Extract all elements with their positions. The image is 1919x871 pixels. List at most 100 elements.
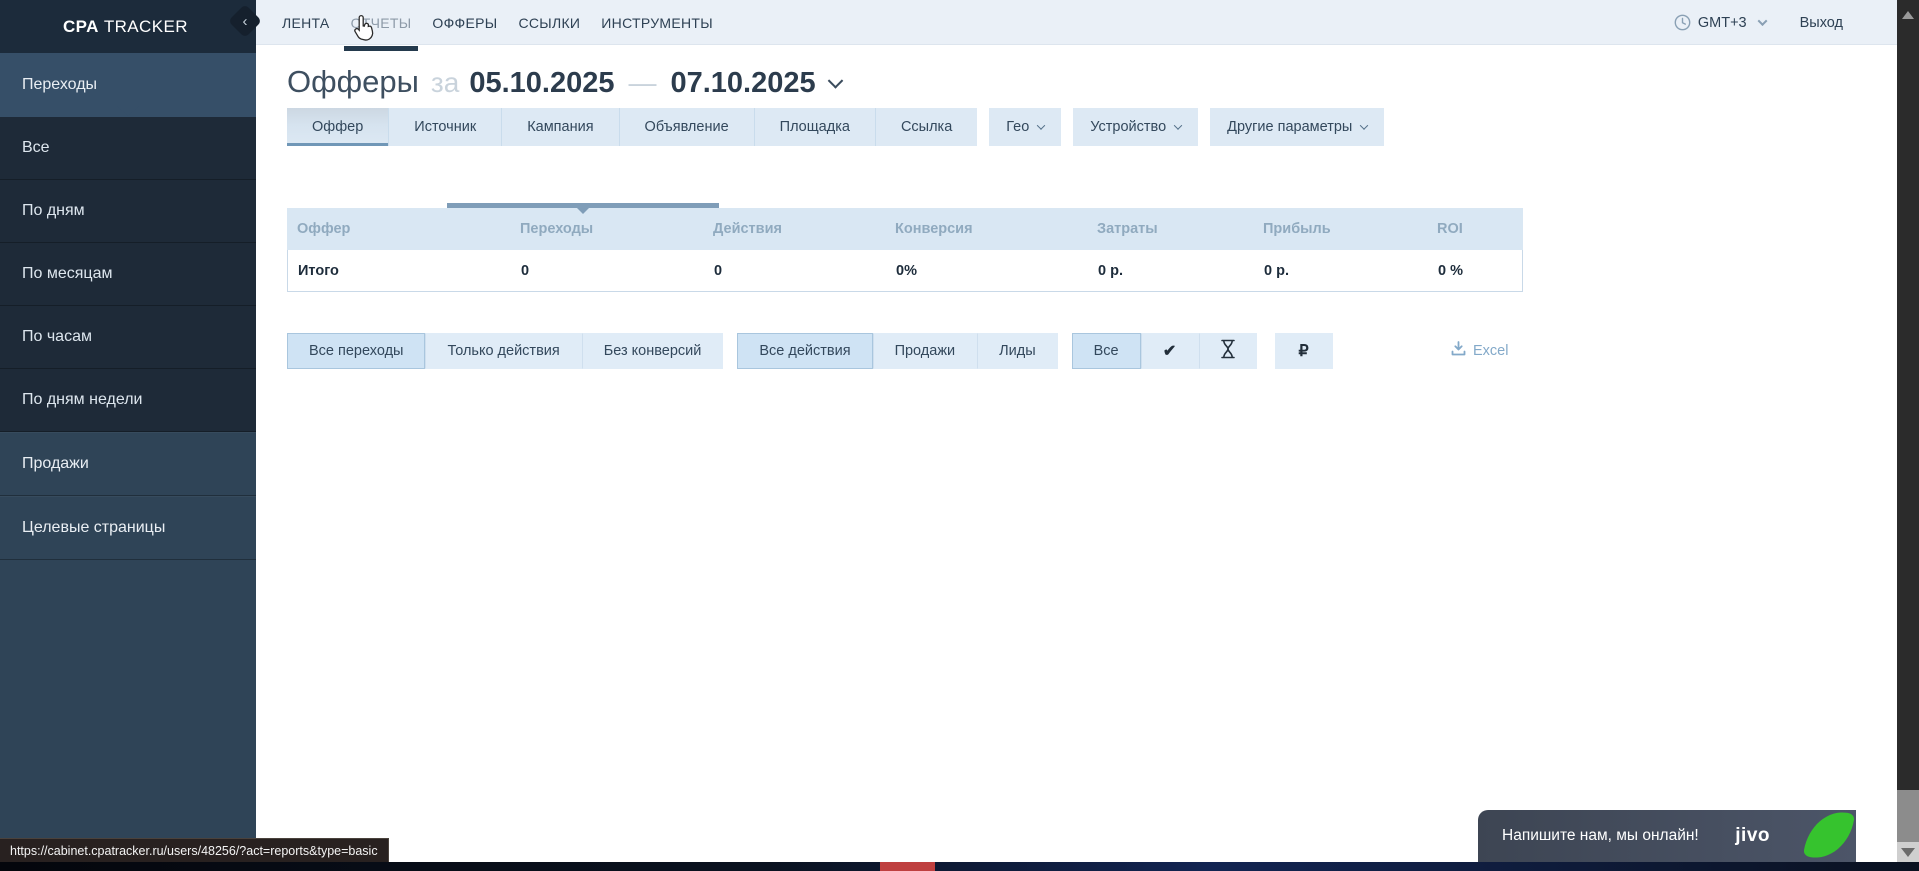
tab-source[interactable]: Источник bbox=[389, 108, 502, 146]
filter-status-all[interactable]: Все bbox=[1072, 333, 1141, 369]
column-header-offer[interactable]: Оффер bbox=[287, 221, 510, 237]
column-header-profit[interactable]: Прибыль bbox=[1253, 221, 1427, 237]
tab-offer[interactable]: Оффер bbox=[287, 108, 389, 146]
sidebar-submenu: Все По дням По месяцам По часам По дням … bbox=[0, 117, 256, 432]
page-title: Офферы bbox=[287, 64, 419, 100]
sidebar-item-landing-pages[interactable]: Целевые страницы bbox=[0, 496, 256, 560]
payout-filter-group: ₽ bbox=[1271, 333, 1333, 369]
date-to[interactable]: 07.10.2025 bbox=[670, 67, 815, 100]
chevron-down-icon[interactable] bbox=[1757, 16, 1767, 26]
table-header-row: Оффер Переходы Действия Конверсия Затрат… bbox=[287, 208, 1523, 250]
date-preposition: за bbox=[431, 67, 459, 99]
geo-dropdown-label: Гео bbox=[1006, 119, 1029, 135]
status-url: https://cabinet.cpatracker.ru/users/4825… bbox=[10, 844, 378, 858]
date-range-chevron-icon[interactable] bbox=[827, 73, 843, 89]
logout-link[interactable]: Выход bbox=[1800, 15, 1843, 31]
logo-bold: CPA bbox=[63, 17, 99, 37]
actions-filter-group: Все действия Продажи Лиды bbox=[737, 333, 1057, 369]
ruble-icon: ₽ bbox=[1299, 341, 1309, 361]
column-header-costs[interactable]: Затраты bbox=[1087, 221, 1253, 237]
dimension-tabs: Оффер Источник Кампания Объявление Площа… bbox=[287, 108, 1384, 146]
column-header-conversion[interactable]: Конверсия bbox=[885, 221, 1087, 237]
sidebar-item-label: Все bbox=[22, 139, 50, 157]
column-header-roi[interactable]: ROI bbox=[1427, 221, 1523, 237]
column-header-actions[interactable]: Действия bbox=[703, 221, 885, 237]
nav-item-links[interactable]: ССЫЛКИ bbox=[518, 0, 580, 45]
geo-dropdown[interactable]: Гео bbox=[989, 108, 1061, 146]
app-logo: CPA TRACKER bbox=[0, 0, 256, 53]
filter-pending-button[interactable] bbox=[1199, 333, 1257, 369]
tab-link[interactable]: Ссылка bbox=[876, 108, 977, 146]
totals-costs: 0 р. bbox=[1088, 263, 1254, 279]
logo-rest: TRACKER bbox=[104, 17, 188, 37]
timezone-selector[interactable]: GMT+3 bbox=[1698, 15, 1747, 31]
scrollbar-thumb[interactable] bbox=[1897, 790, 1919, 842]
nav-item-feed[interactable]: ЛЕНТА bbox=[282, 0, 330, 45]
scroll-down-arrow-icon[interactable] bbox=[1897, 842, 1919, 862]
filter-only-actions[interactable]: Только действия bbox=[425, 333, 581, 369]
date-separator: — bbox=[628, 67, 656, 99]
sidebar-item-label: По месяцам bbox=[22, 265, 112, 283]
mouse-cursor-icon bbox=[352, 14, 376, 49]
filter-payout-button[interactable]: ₽ bbox=[1275, 333, 1333, 369]
device-dropdown[interactable]: Устройство bbox=[1073, 108, 1198, 146]
nav-item-tools[interactable]: ИНСТРУМЕНТЫ bbox=[601, 0, 713, 45]
totals-actions: 0 bbox=[704, 263, 886, 279]
sidebar-item-by-weekdays[interactable]: По дням недели bbox=[0, 369, 256, 432]
sidebar-item-by-months[interactable]: По месяцам bbox=[0, 243, 256, 306]
jivo-logo: jivo bbox=[1735, 825, 1770, 847]
totals-conversion: 0% bbox=[886, 263, 1088, 279]
excel-export-link[interactable]: Excel bbox=[1451, 341, 1508, 360]
download-icon bbox=[1451, 341, 1466, 360]
nav-item-offers[interactable]: ОФФЕРЫ bbox=[432, 0, 497, 45]
main-nav: ЛЕНТА ОТЧЕТЫ ОФФЕРЫ ССЫЛКИ ИНСТРУМЕНТЫ bbox=[256, 0, 1897, 45]
check-icon: ✔ bbox=[1163, 341, 1176, 361]
scroll-up-arrow-icon[interactable] bbox=[1902, 5, 1914, 19]
transitions-filter-group: Все переходы Только действия Без конверс… bbox=[287, 333, 723, 369]
totals-roi: 0 % bbox=[1428, 263, 1524, 279]
chevron-left-icon: ‹ bbox=[233, 9, 257, 33]
excel-label: Excel bbox=[1473, 343, 1508, 359]
sidebar-item-label: Переходы bbox=[22, 76, 97, 94]
sidebar-item-sales[interactable]: Продажи bbox=[0, 432, 256, 496]
filter-leads[interactable]: Лиды bbox=[977, 333, 1058, 369]
filter-approved-button[interactable]: ✔ bbox=[1141, 333, 1199, 369]
chevron-down-icon bbox=[1360, 121, 1368, 129]
sidebar-collapse-button[interactable]: ‹ bbox=[228, 4, 262, 38]
sidebar: CPA TRACKER ‹ Переходы Все По дням По ме… bbox=[0, 0, 256, 871]
tab-campaign[interactable]: Кампания bbox=[502, 108, 619, 146]
filter-sales[interactable]: Продажи bbox=[873, 333, 978, 369]
chevron-down-icon bbox=[1174, 121, 1182, 129]
tab-placement[interactable]: Площадка bbox=[755, 108, 876, 146]
totals-profit: 0 р. bbox=[1254, 263, 1428, 279]
sort-indicator[interactable] bbox=[447, 203, 719, 208]
chat-widget[interactable]: Напишите нам, мы онлайн! jivo bbox=[1478, 810, 1856, 862]
column-header-transitions[interactable]: Переходы bbox=[510, 221, 703, 237]
tab-ad[interactable]: Объявление bbox=[620, 108, 755, 146]
status-filter-group: Все ✔ bbox=[1072, 333, 1257, 369]
report-table: Оффер Переходы Действия Конверсия Затрат… bbox=[287, 208, 1523, 292]
sidebar-item-by-hours[interactable]: По часам bbox=[0, 306, 256, 369]
sidebar-item-label: По дням bbox=[22, 202, 85, 220]
chat-message: Напишите нам, мы онлайн! bbox=[1502, 827, 1699, 845]
device-dropdown-label: Устройство bbox=[1090, 119, 1166, 135]
filter-bar: Все переходы Только действия Без конверс… bbox=[287, 333, 1333, 369]
header-right: GMT+3 Выход bbox=[1674, 0, 1843, 45]
filter-no-conversions[interactable]: Без конверсий bbox=[582, 333, 724, 369]
clock-icon bbox=[1674, 14, 1691, 31]
other-params-dropdown[interactable]: Другие параметры bbox=[1210, 108, 1384, 146]
table-totals-row: Итого 0 0 0% 0 р. 0 р. 0 % bbox=[287, 250, 1523, 292]
filter-all-actions[interactable]: Все действия bbox=[737, 333, 872, 369]
chevron-down-icon bbox=[1037, 121, 1045, 129]
date-from[interactable]: 05.10.2025 bbox=[469, 67, 614, 100]
leaf-icon bbox=[1803, 807, 1855, 864]
report-title-row: Офферы за 05.10.2025 — 07.10.2025 bbox=[287, 64, 841, 100]
sidebar-item-label: По часам bbox=[22, 328, 92, 346]
dimension-tab-group: Оффер Источник Кампания Объявление Площа… bbox=[287, 108, 977, 146]
vertical-scrollbar[interactable] bbox=[1897, 0, 1919, 871]
sidebar-item-by-days[interactable]: По дням bbox=[0, 180, 256, 243]
sidebar-item-transitions[interactable]: Переходы bbox=[0, 53, 256, 117]
filter-all-transitions[interactable]: Все переходы bbox=[287, 333, 425, 369]
sidebar-item-label: Продажи bbox=[22, 455, 89, 473]
sidebar-item-label: По дням недели bbox=[22, 391, 142, 409]
